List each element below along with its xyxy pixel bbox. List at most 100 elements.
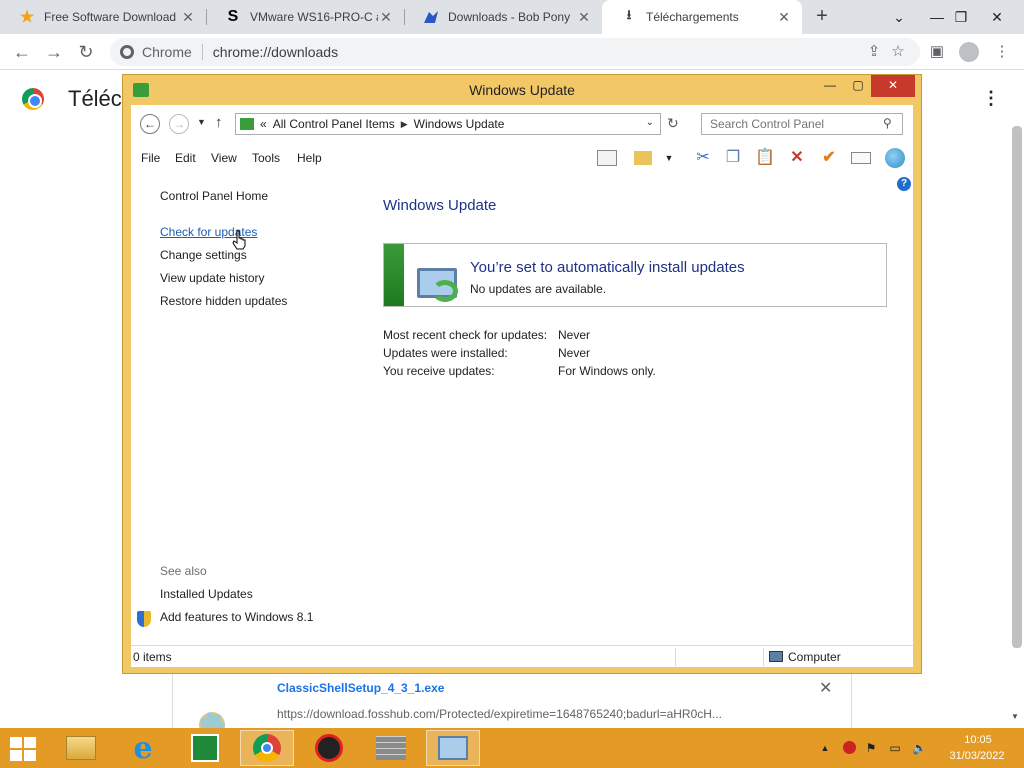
back-arrow-icon[interactable]: ← <box>140 114 160 134</box>
tab-search-chevron-icon[interactable]: ⌄ <box>882 0 916 34</box>
tab-title: VMware WS16-PRO-C af <box>250 10 378 24</box>
red-app-icon <box>315 734 343 762</box>
forward-arrow-icon[interactable]: → <box>169 114 189 134</box>
see-also-heading: See also <box>160 564 207 578</box>
browser-menu-icon[interactable]: ⋮ <box>990 40 1014 64</box>
statusbar-separator <box>675 648 676 666</box>
control-panel-monitor-icon <box>438 736 468 760</box>
close-window-button[interactable]: ✕ <box>871 75 915 97</box>
close-tab-icon[interactable]: ✕ <box>378 9 394 26</box>
cut-icon[interactable]: ✂ <box>691 147 715 169</box>
minimize-window-button[interactable]: — <box>817 75 843 97</box>
windows-start-button[interactable] <box>6 734 40 762</box>
breadcrumb-all-control-panel-items[interactable]: All Control Panel Items <box>273 117 395 131</box>
page-menu-icon[interactable]: ⋮ <box>982 88 1000 109</box>
volume-icon[interactable]: 🔈 <box>912 741 927 755</box>
clock-time[interactable]: 10:05 <box>950 734 1006 746</box>
reload-button[interactable]: ↻ <box>74 40 98 64</box>
sidebar-change-settings[interactable]: Change settings <box>160 248 247 262</box>
address-bar[interactable]: Chrome chrome://downloads <box>110 38 920 66</box>
action-center-flag-icon[interactable]: ⚑ <box>864 741 878 755</box>
paste-icon[interactable]: 📋 <box>753 147 777 169</box>
close-tab-icon[interactable]: ✕ <box>180 9 196 26</box>
clock-date[interactable]: 31/03/2022 <box>944 750 1010 762</box>
menu-view[interactable]: View <box>211 151 237 165</box>
tab-telechargements[interactable]: ⭳ Téléchargements ✕ <box>602 0 802 34</box>
page-scrollbar[interactable] <box>1012 126 1022 648</box>
sidebar-control-panel-home[interactable]: Control Panel Home <box>160 189 268 203</box>
taskbar-control-panel[interactable] <box>426 730 480 766</box>
recent-locations-chevron-icon[interactable]: ▼ <box>197 117 206 127</box>
sidebar-add-features[interactable]: Add features to Windows 8.1 <box>160 610 313 624</box>
sidebar-restore-hidden-updates[interactable]: Restore hidden updates <box>160 294 287 308</box>
address-dropdown-icon[interactable]: ⌄ <box>646 117 654 128</box>
tab-downloads-bob-pony[interactable]: Downloads - Bob Pony ✕ <box>404 0 602 34</box>
restore-browser-button[interactable]: ❐ <box>944 0 978 34</box>
content-heading: Windows Update <box>383 197 497 214</box>
back-button[interactable]: ← <box>10 40 34 64</box>
sidebar-installed-updates[interactable]: Installed Updates <box>160 587 253 601</box>
taskbar-file-explorer[interactable] <box>54 730 108 766</box>
close-tab-icon[interactable]: ✕ <box>776 9 792 26</box>
maximize-window-button[interactable]: ▢ <box>845 75 871 97</box>
star-icon: ★ <box>19 9 35 26</box>
copy-icon[interactable]: ❐ <box>721 147 745 169</box>
download-file-name[interactable]: ClassicShellSetup_4_3_1.exe <box>277 681 444 695</box>
close-browser-button[interactable]: ✕ <box>980 0 1014 34</box>
delete-icon[interactable]: ✕ <box>785 147 809 169</box>
menu-bar: File Edit View Tools Help ▼ ✂ ❐ 📋 ✕ ✔ <box>131 143 913 173</box>
window-titlebar[interactable]: Windows Update — ▢ ✕ <box>123 75 921 105</box>
explorer-navbar: ← → ▼ ↑ « All Control Panel Items ▶ Wind… <box>131 105 913 143</box>
properties-icon[interactable] <box>849 147 873 169</box>
breadcrumb-windows-update[interactable]: Windows Update <box>414 117 505 131</box>
download-url[interactable]: https://download.fosshub.com/Protected/e… <box>277 707 722 721</box>
scroll-down-arrow-icon[interactable]: ▼ <box>1011 712 1019 721</box>
checkmark-icon[interactable]: ✔ <box>817 147 841 169</box>
taskbar-firewall[interactable] <box>364 730 418 766</box>
side-panel-icon[interactable]: ▣ <box>925 40 949 64</box>
bob-pony-icon <box>422 8 440 26</box>
globe-icon[interactable] <box>883 147 907 169</box>
search-icon[interactable]: ⚲ <box>883 116 892 130</box>
chrome-site-icon <box>120 45 134 59</box>
info-value: For Windows only. <box>558 364 656 378</box>
taskbar-red-app[interactable] <box>302 730 356 766</box>
menu-edit[interactable]: Edit <box>175 151 196 165</box>
page-title: Téléc <box>68 86 122 111</box>
network-icon[interactable]: ▭ <box>888 741 902 755</box>
views-dropdown-icon[interactable]: ▼ <box>657 147 681 169</box>
menu-tools[interactable]: Tools <box>252 151 280 165</box>
sidebar-view-update-history[interactable]: View update history <box>160 271 265 285</box>
profile-avatar[interactable] <box>957 40 981 64</box>
up-arrow-icon[interactable]: ↑ <box>215 114 223 131</box>
folder-icon[interactable] <box>631 147 655 169</box>
taskbar-store[interactable] <box>178 730 232 766</box>
info-label: Most recent check for updates: <box>383 328 548 342</box>
breadcrumb-prefix[interactable]: « <box>260 117 267 131</box>
menu-file[interactable]: File <box>141 151 160 165</box>
refresh-icon[interactable]: ↻ <box>667 115 679 132</box>
taskbar-internet-explorer[interactable]: e <box>116 730 170 766</box>
tab-free-software-download[interactable]: ★ Free Software Download ✕ <box>0 0 206 34</box>
breadcrumb[interactable]: « All Control Panel Items ▶ Windows Upda… <box>235 113 661 135</box>
close-tab-icon[interactable]: ✕ <box>576 9 592 26</box>
tab-title: Téléchargements <box>646 10 739 24</box>
tray-red-icon[interactable] <box>842 741 856 755</box>
hand-cursor-icon <box>232 230 246 250</box>
omnibox-separator <box>201 44 203 60</box>
layout-icon[interactable] <box>595 147 619 169</box>
new-tab-button[interactable]: + <box>810 4 834 30</box>
window-title: Windows Update <box>469 82 575 98</box>
share-icon[interactable]: ⇪ <box>862 40 886 64</box>
remove-download-icon[interactable]: ✕ <box>819 678 832 698</box>
windows-update-window: Windows Update — ▢ ✕ ← → ▼ ↑ « All Contr… <box>122 74 922 674</box>
forward-button[interactable]: → <box>42 40 66 64</box>
bookmark-star-icon[interactable]: ☆ <box>886 40 910 64</box>
show-hidden-icons-chevron[interactable]: ▲ <box>818 741 832 755</box>
breadcrumb-chevron-icon[interactable]: ▶ <box>401 119 408 130</box>
taskbar-chrome[interactable] <box>240 730 294 766</box>
menu-help[interactable]: Help <box>297 151 322 165</box>
tab-vmware[interactable]: S VMware WS16-PRO-C af ✕ <box>206 0 404 34</box>
info-label: Updates were installed: <box>383 346 508 360</box>
search-control-panel-input[interactable] <box>701 113 903 135</box>
